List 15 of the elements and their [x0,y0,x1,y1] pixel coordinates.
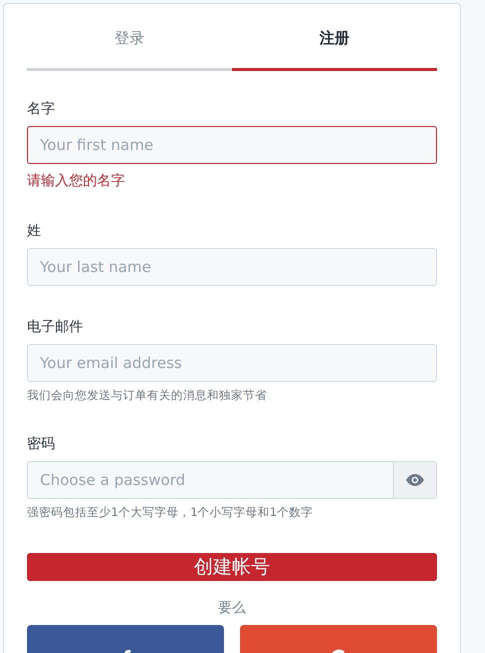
eye-icon [406,474,424,486]
show-password-button[interactable] [394,461,437,499]
divider-text: 要么 [218,599,246,617]
field-label: 电子邮件 [27,318,83,336]
password-field[interactable]: Choose a password [27,461,394,499]
create-account-button[interactable]: 创建帐号 [27,553,437,581]
field-label: 名字 [27,100,55,118]
tab[interactable]: 登录 [27,4,232,71]
help-text: 我们会向您发送与订单有关的消息和独家节省 [27,388,267,403]
text-field[interactable]: Your first name [27,126,437,164]
tab[interactable]: 注册 [232,4,437,71]
error-message: 请输入您的名字 [27,172,125,190]
field-label: 密码 [27,435,55,453]
help-text: 强密码包括至少1个大写字母，1个小写字母和1个数字 [27,505,313,520]
field-label: 姓 [27,222,41,240]
